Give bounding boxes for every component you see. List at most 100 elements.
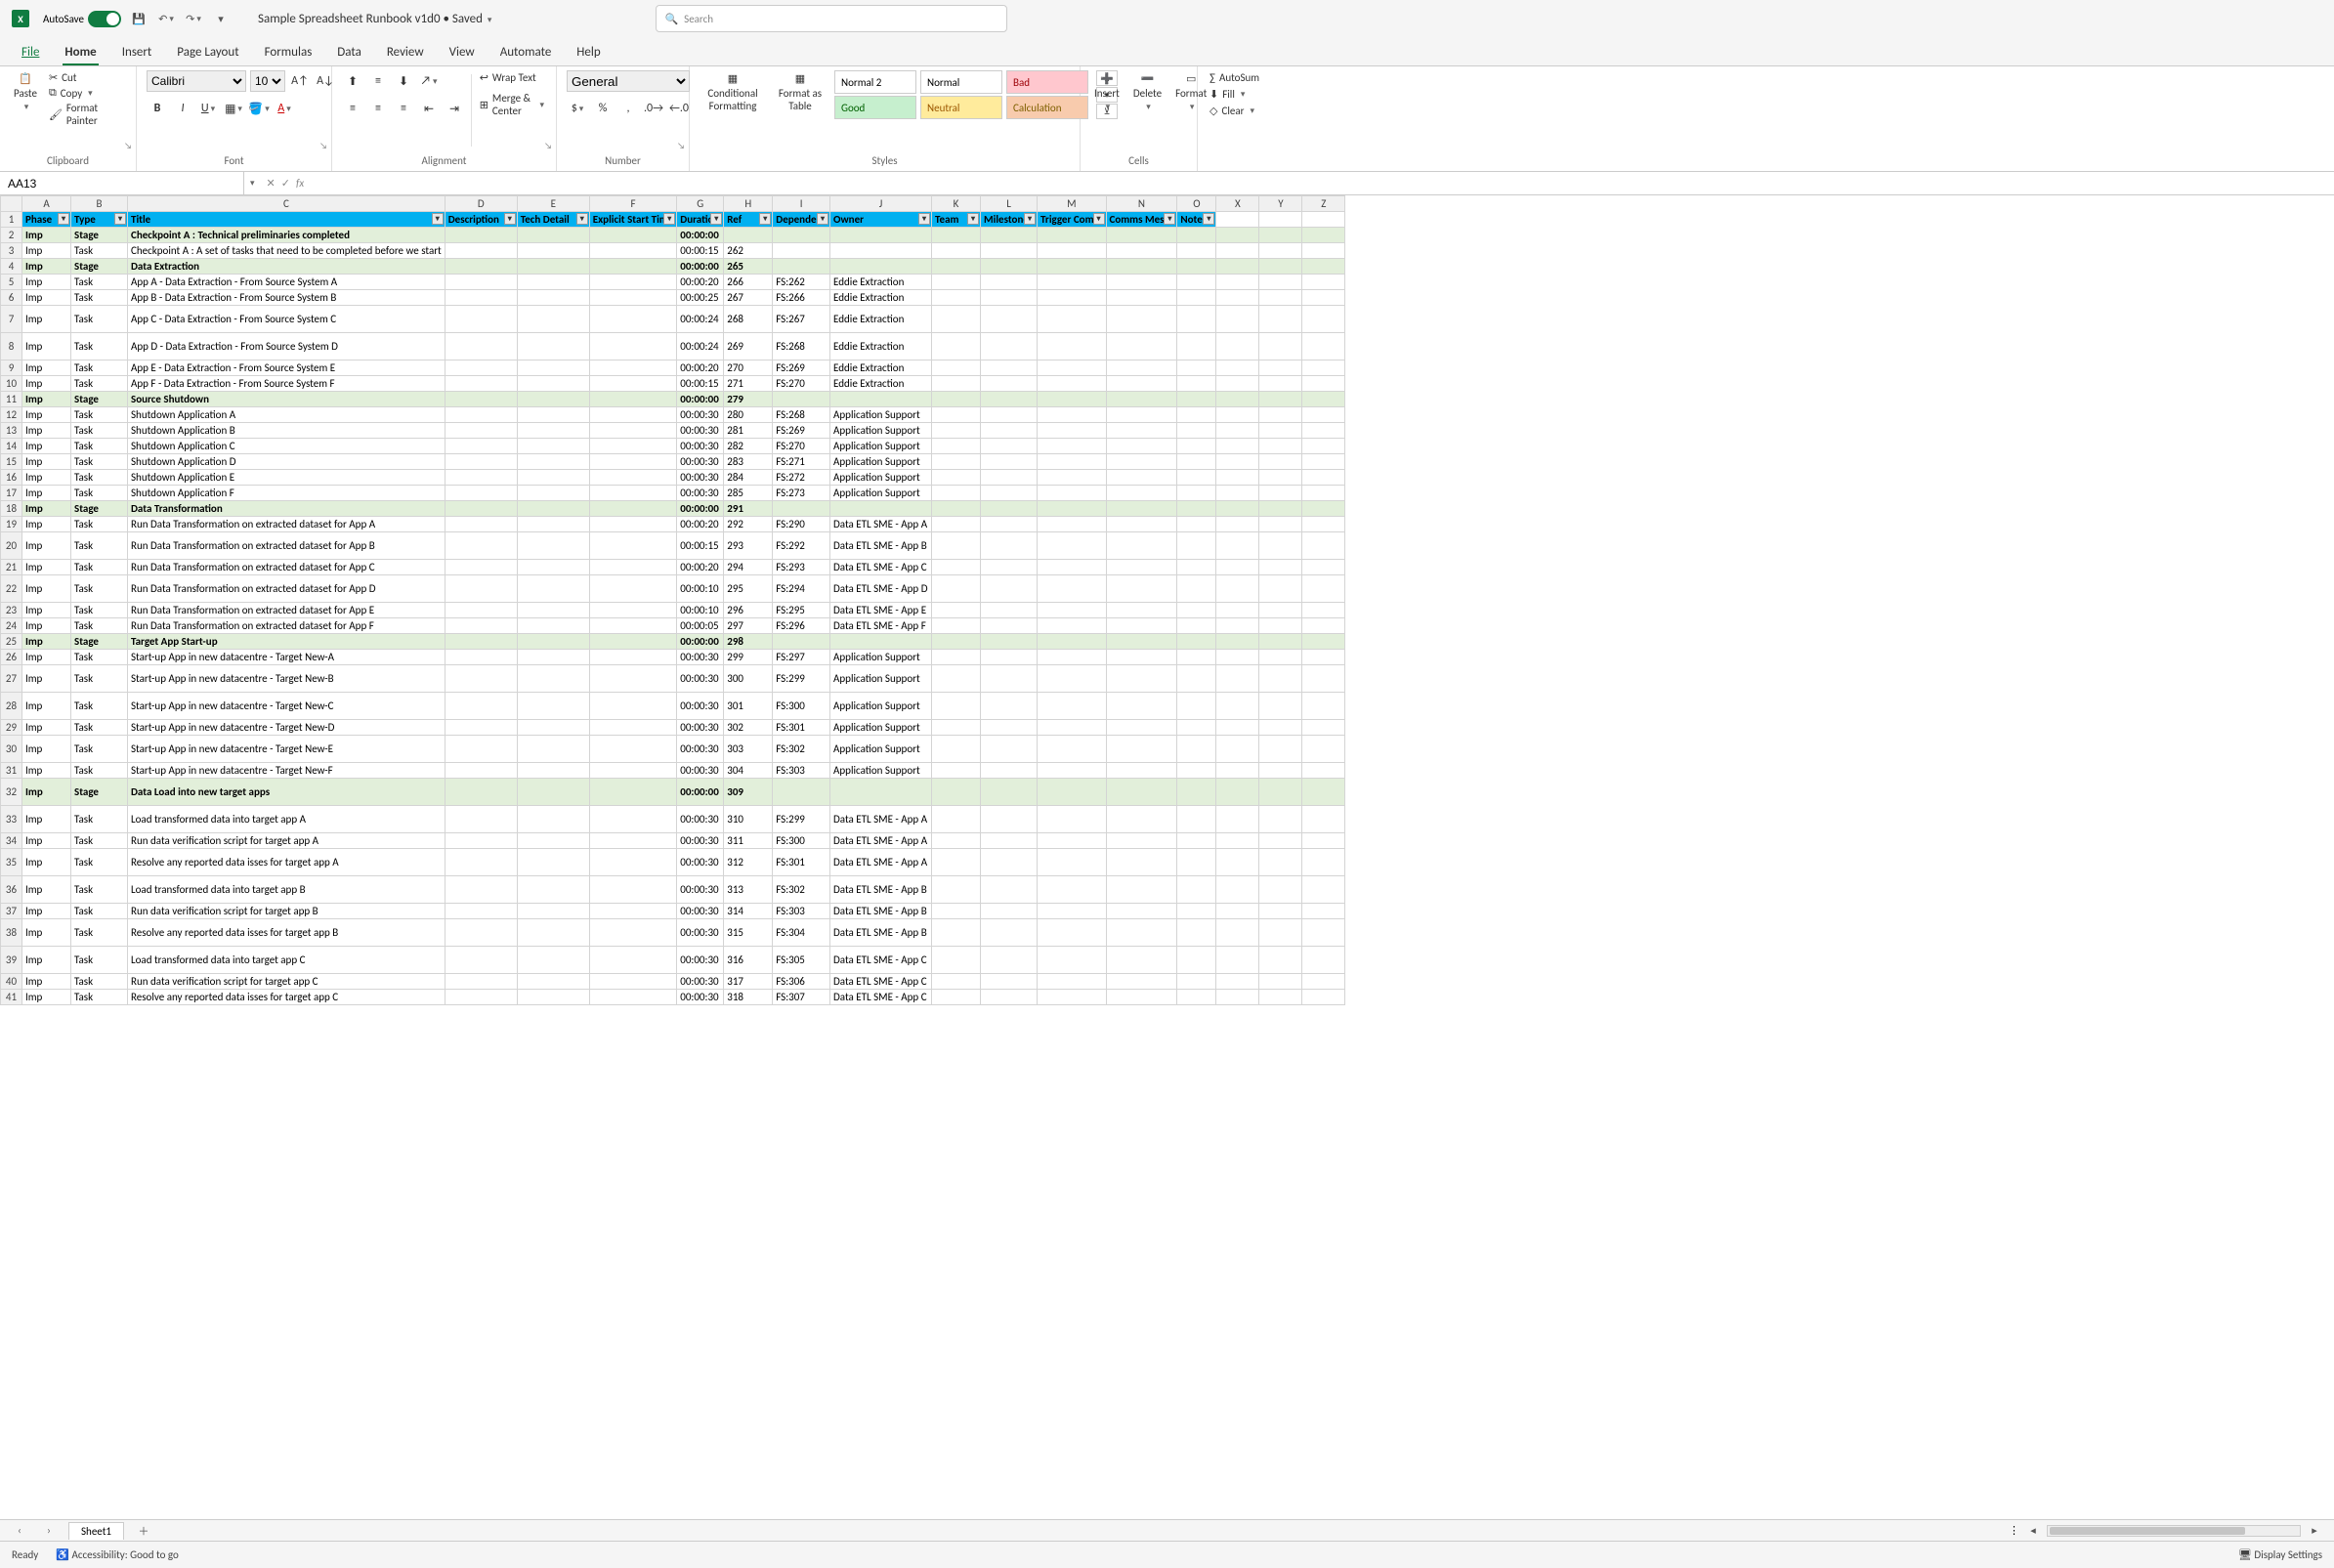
cell[interactable] bbox=[589, 720, 677, 736]
cell[interactable] bbox=[1177, 243, 1216, 259]
cell[interactable] bbox=[1177, 618, 1216, 634]
cell[interactable] bbox=[1177, 486, 1216, 501]
cell[interactable] bbox=[589, 990, 677, 1005]
cell[interactable]: Load transformed data into target app A bbox=[128, 806, 446, 833]
cell[interactable] bbox=[981, 779, 1038, 806]
cell[interactable]: Imp bbox=[22, 501, 71, 517]
cell[interactable]: Imp bbox=[22, 423, 71, 439]
cell[interactable]: FS:302 bbox=[773, 736, 830, 763]
cell[interactable]: Imp bbox=[22, 486, 71, 501]
cell[interactable]: FS:272 bbox=[773, 470, 830, 486]
filter-dropdown-icon[interactable]: ▾ bbox=[432, 213, 444, 225]
cell[interactable] bbox=[517, 833, 589, 849]
cell[interactable] bbox=[589, 736, 677, 763]
cell[interactable] bbox=[1177, 439, 1216, 454]
italic-button[interactable]: I bbox=[172, 98, 193, 119]
cell[interactable] bbox=[589, 290, 677, 306]
cell[interactable] bbox=[932, 720, 981, 736]
cell[interactable] bbox=[1106, 560, 1177, 575]
sheet-tab-sheet1[interactable]: Sheet1 bbox=[68, 1522, 124, 1540]
cell[interactable]: 281 bbox=[724, 423, 773, 439]
cell[interactable] bbox=[773, 634, 830, 650]
cell[interactable]: Data ETL SME - App B bbox=[830, 532, 932, 560]
cell[interactable] bbox=[445, 454, 517, 470]
cell[interactable] bbox=[1216, 376, 1259, 392]
cell[interactable] bbox=[1038, 243, 1106, 259]
name-box[interactable] bbox=[0, 172, 244, 194]
cell[interactable] bbox=[1302, 634, 1345, 650]
cell[interactable] bbox=[830, 634, 932, 650]
cell[interactable]: Data ETL SME - App C bbox=[830, 560, 932, 575]
cell[interactable] bbox=[1038, 517, 1106, 532]
row-header-37[interactable]: 37 bbox=[1, 904, 22, 919]
col-header-F[interactable]: F bbox=[589, 196, 677, 212]
cell[interactable]: App D - Data Extraction - From Source Sy… bbox=[128, 333, 446, 360]
cell[interactable] bbox=[1259, 806, 1302, 833]
cell[interactable]: FS:262 bbox=[773, 275, 830, 290]
cell[interactable] bbox=[1259, 575, 1302, 603]
cell[interactable] bbox=[1177, 454, 1216, 470]
cell[interactable]: Imp bbox=[22, 290, 71, 306]
cell[interactable] bbox=[1216, 833, 1259, 849]
cell[interactable] bbox=[1038, 360, 1106, 376]
row-header-34[interactable]: 34 bbox=[1, 833, 22, 849]
cell[interactable] bbox=[830, 779, 932, 806]
row-header-31[interactable]: 31 bbox=[1, 763, 22, 779]
cell[interactable] bbox=[589, 849, 677, 876]
style-good[interactable]: Good bbox=[834, 96, 916, 119]
row-header-30[interactable]: 30 bbox=[1, 736, 22, 763]
cell[interactable] bbox=[1302, 806, 1345, 833]
cell[interactable] bbox=[1259, 779, 1302, 806]
cell[interactable] bbox=[981, 736, 1038, 763]
cell[interactable]: Shutdown Application C bbox=[128, 439, 446, 454]
cell[interactable] bbox=[1038, 650, 1106, 665]
cell[interactable]: 313 bbox=[724, 876, 773, 904]
cell[interactable] bbox=[445, 947, 517, 974]
col-header-N[interactable]: N bbox=[1106, 196, 1177, 212]
cell[interactable] bbox=[517, 407, 589, 423]
cell[interactable] bbox=[589, 779, 677, 806]
cell[interactable] bbox=[1216, 603, 1259, 618]
col-header-E[interactable]: E bbox=[517, 196, 589, 212]
cell[interactable] bbox=[1038, 290, 1106, 306]
filter-header[interactable]: Type▾ bbox=[71, 212, 128, 228]
cell[interactable] bbox=[1106, 360, 1177, 376]
cell[interactable] bbox=[1038, 665, 1106, 693]
cell[interactable] bbox=[1302, 532, 1345, 560]
cell[interactable] bbox=[1216, 650, 1259, 665]
cell[interactable]: Task bbox=[71, 833, 128, 849]
cell[interactable] bbox=[1038, 990, 1106, 1005]
cell[interactable] bbox=[1177, 532, 1216, 560]
row-header-18[interactable]: 18 bbox=[1, 501, 22, 517]
cell[interactable] bbox=[445, 736, 517, 763]
cell[interactable]: 00:00:00 bbox=[677, 392, 724, 407]
cell[interactable] bbox=[1177, 736, 1216, 763]
cell[interactable]: 295 bbox=[724, 575, 773, 603]
cell[interactable]: Task bbox=[71, 650, 128, 665]
filter-header[interactable]: Comms Messa▾ bbox=[1106, 212, 1177, 228]
number-format-select[interactable]: General bbox=[567, 70, 690, 92]
cell[interactable] bbox=[517, 720, 589, 736]
cell[interactable]: 309 bbox=[724, 779, 773, 806]
cell[interactable]: Data ETL SME - App A bbox=[830, 849, 932, 876]
col-header-Y[interactable]: Y bbox=[1259, 196, 1302, 212]
cell[interactable] bbox=[589, 833, 677, 849]
filter-header[interactable]: Dependenc▾ bbox=[773, 212, 830, 228]
cell[interactable] bbox=[830, 243, 932, 259]
cell[interactable] bbox=[981, 634, 1038, 650]
cell[interactable] bbox=[1302, 376, 1345, 392]
cell[interactable]: Imp bbox=[22, 904, 71, 919]
cell[interactable]: FS:302 bbox=[773, 876, 830, 904]
orientation-icon[interactable]: ↗▾ bbox=[418, 70, 440, 92]
cell[interactable] bbox=[932, 650, 981, 665]
cell[interactable] bbox=[1106, 376, 1177, 392]
cell[interactable]: Run Data Transformation on extracted dat… bbox=[128, 517, 446, 532]
cell[interactable] bbox=[981, 947, 1038, 974]
tab-formulas[interactable]: Formulas bbox=[263, 41, 315, 65]
cut-button[interactable]: ✂Cut bbox=[47, 70, 126, 85]
col-header-H[interactable]: H bbox=[724, 196, 773, 212]
cell[interactable]: 00:00:30 bbox=[677, 736, 724, 763]
cell[interactable] bbox=[1216, 532, 1259, 560]
col-header-G[interactable]: G bbox=[677, 196, 724, 212]
cell[interactable]: Task bbox=[71, 454, 128, 470]
